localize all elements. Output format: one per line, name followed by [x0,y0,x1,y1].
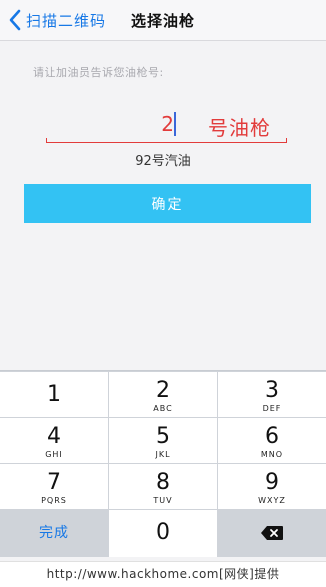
underline-tick-left [46,138,47,143]
navigation-bar: 扫描二维码 选择油枪 [0,0,326,41]
key-5[interactable]: 5 JKL [109,418,217,463]
key-letters: TUV [153,496,173,505]
footer-watermark: http://www.hackhome.com[网侠]提供 [0,561,326,587]
key-0[interactable]: 0 [109,510,217,557]
key-letters: WXYZ [258,496,286,505]
fuel-type-label: 92号汽油 [135,154,191,169]
pump-number-suffix: 号油枪 [208,116,271,140]
numeric-keypad: 1 2 ABC 3 DEF 4 GHI 5 JKL 6 MNO 7 PQRS 8… [0,370,326,557]
key-digit: 2 [156,378,170,403]
key-digit: 8 [156,470,170,495]
key-3[interactable]: 3 DEF [218,372,326,417]
key-letters: PQRS [41,496,67,505]
key-6[interactable]: 6 MNO [218,418,326,463]
page-title: 选择油枪 [130,12,195,30]
key-digit: 7 [47,470,61,495]
key-digit: 4 [47,424,61,449]
done-key[interactable]: 完成 [0,510,108,557]
key-letters: MNO [260,450,284,459]
key-4[interactable]: 4 GHI [0,418,108,463]
key-7[interactable]: 7 PQRS [0,464,108,509]
key-digit: 1 [47,382,61,407]
key-letters: GHI [45,450,63,459]
text-caret [174,112,176,136]
key-digit: 3 [265,378,279,403]
confirm-button[interactable]: 确定 [24,184,311,223]
key-digit: 9 [265,470,279,495]
instruction-text: 请让加油员告诉您油枪号: [33,66,164,79]
key-9[interactable]: 9 WXYZ [218,464,326,509]
pump-number-value: 2 [161,112,174,136]
underline-tick-right [286,138,287,143]
key-2[interactable]: 2 ABC [109,372,217,417]
key-digit: 5 [156,424,170,449]
input-underline [46,142,286,143]
backspace-icon [261,526,283,540]
key-1[interactable]: 1 [0,372,108,417]
key-digit: 0 [156,520,170,545]
pump-number-input[interactable]: 2 号油枪 [46,108,286,144]
key-digit: 6 [265,424,279,449]
backspace-key[interactable] [218,510,326,557]
key-letters: DEF [262,404,282,413]
key-letters: JKL [155,450,171,459]
key-8[interactable]: 8 TUV [109,464,217,509]
key-letters: ABC [153,404,173,413]
